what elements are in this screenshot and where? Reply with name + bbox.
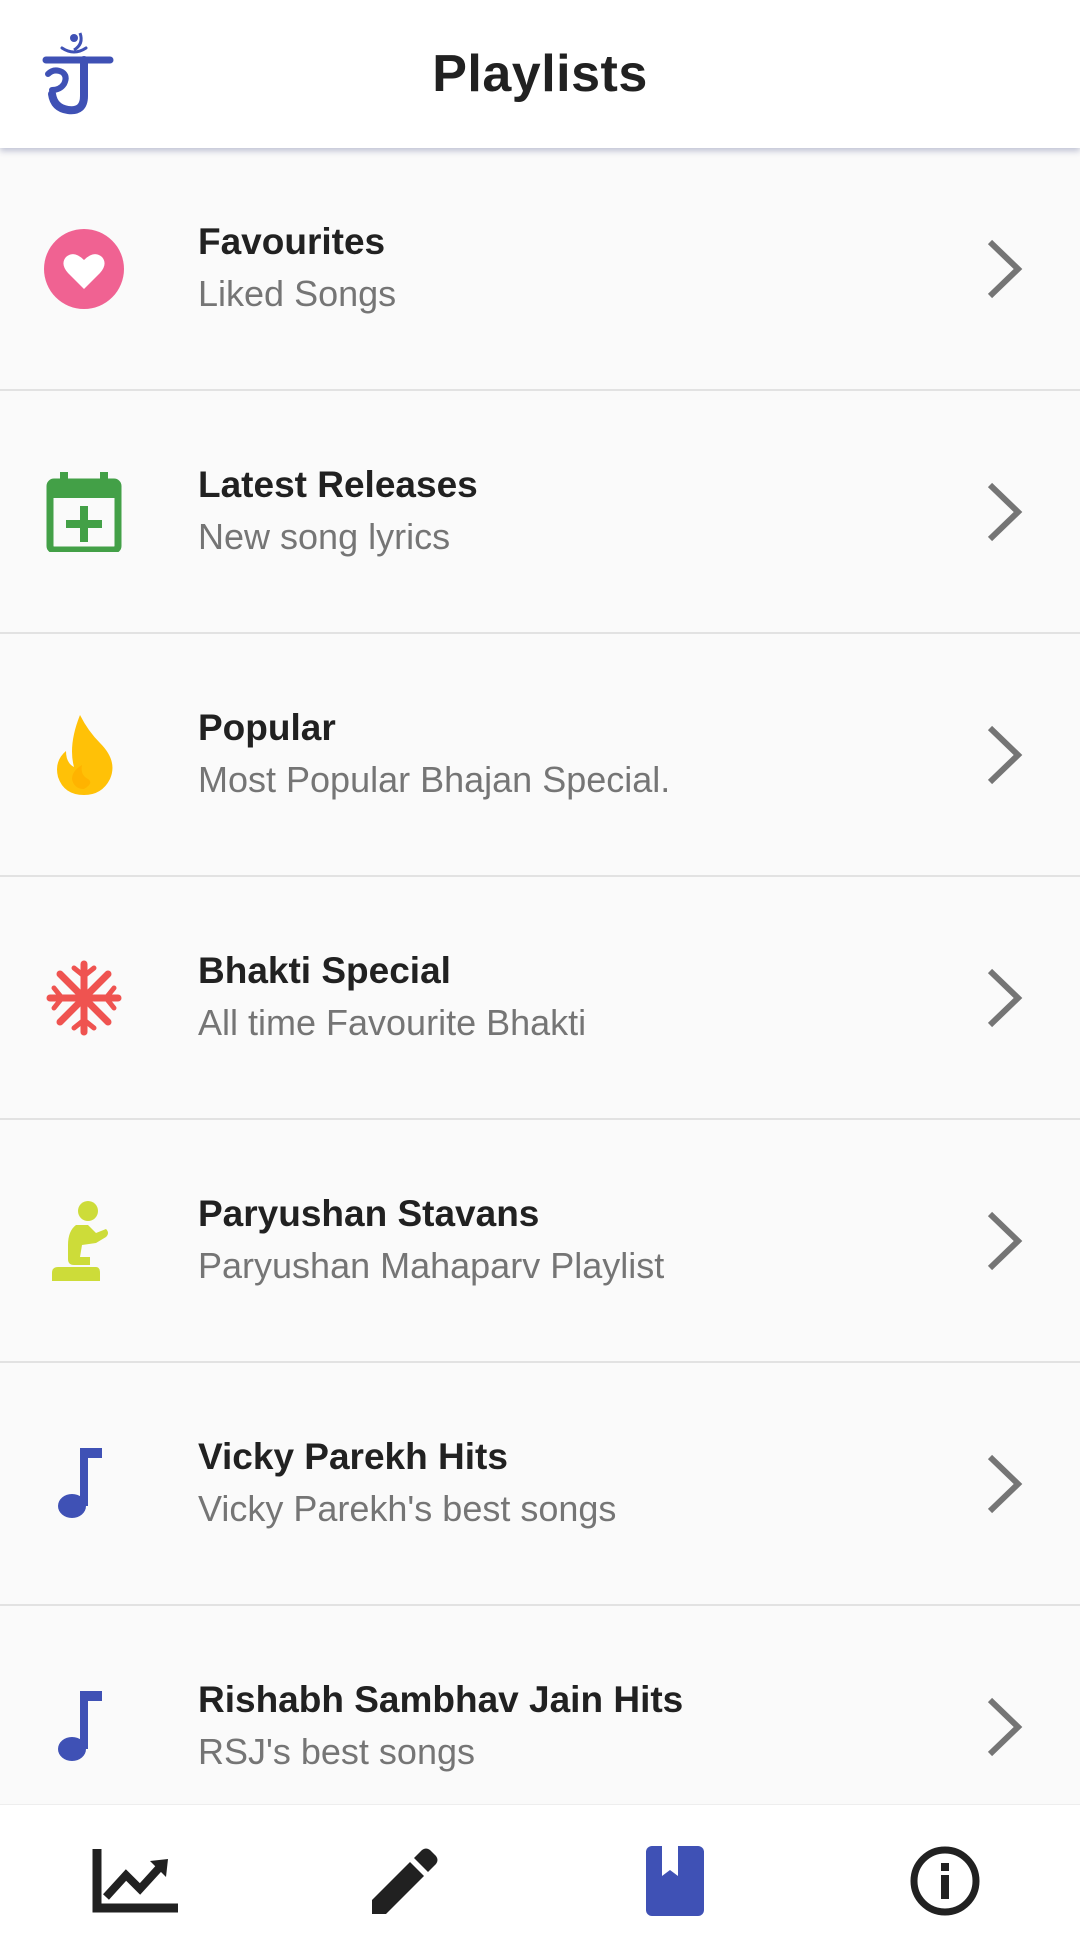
playlist-title: Bhakti Special xyxy=(198,949,451,991)
page-title: Playlists xyxy=(432,45,648,103)
nav-info-button[interactable] xyxy=(810,1805,1080,1956)
heart-circle-icon xyxy=(44,228,124,309)
playlist-title: Paryushan Stavans xyxy=(198,1192,540,1234)
playlist-subtitle: RSJ's best songs xyxy=(198,1730,475,1772)
playlist-item-paryushan-stavans[interactable]: Paryushan Stavans Paryushan Mahaparv Pla… xyxy=(0,1120,1080,1363)
playlist-item-text: Popular Most Popular Bhajan Special. xyxy=(198,703,670,807)
info-icon xyxy=(910,1846,980,1916)
chevron-right-icon xyxy=(987,1211,1023,1270)
playlist-title: Rishabh Sambhav Jain Hits xyxy=(198,1678,684,1720)
playlist-subtitle: Most Popular Bhajan Special. xyxy=(198,758,671,800)
playlist-subtitle: Vicky Parekh's best songs xyxy=(198,1487,617,1529)
playlist-item-popular[interactable]: Popular Most Popular Bhajan Special. xyxy=(0,634,1080,877)
nav-edit-button[interactable] xyxy=(270,1805,540,1956)
playlists-screen: Playlists Favourites Liked Songs Latest … xyxy=(0,0,1080,1956)
music-note-icon xyxy=(58,1447,102,1518)
nav-trending-button[interactable] xyxy=(0,1805,270,1956)
playlist-item-text: Vicky Parekh Hits Vicky Parekh's best so… xyxy=(198,1432,616,1536)
chevron-right-icon xyxy=(987,968,1023,1027)
playlist-item-text: Latest Releases New song lyrics xyxy=(198,460,478,564)
chevron-right-icon xyxy=(987,1697,1023,1756)
playlist-list: Favourites Liked Songs Latest Releases N… xyxy=(0,148,1080,1849)
pencil-icon xyxy=(372,1848,438,1914)
playlist-item-text: Bhakti Special All time Favourite Bhakti xyxy=(198,946,586,1050)
praying-person-icon xyxy=(52,1200,108,1281)
playlist-item-text: Favourites Liked Songs xyxy=(198,217,396,321)
playlist-subtitle: All time Favourite Bhakti xyxy=(198,1001,587,1043)
playlist-item-text: Rishabh Sambhav Jain Hits RSJ's best son… xyxy=(198,1675,683,1779)
chevron-right-icon xyxy=(987,239,1023,298)
playlist-subtitle: Liked Songs xyxy=(198,272,397,314)
bottom-navigation xyxy=(0,1804,1080,1956)
chevron-right-icon xyxy=(987,725,1023,784)
calendar-plus-icon xyxy=(46,471,122,552)
playlist-item-favourites[interactable]: Favourites Liked Songs xyxy=(0,148,1080,391)
playlist-item-latest-releases[interactable]: Latest Releases New song lyrics xyxy=(0,391,1080,634)
chevron-right-icon xyxy=(987,482,1023,541)
playlist-item-text: Paryushan Stavans Paryushan Mahaparv Pla… xyxy=(198,1189,664,1293)
playlist-title: Latest Releases xyxy=(198,463,478,505)
playlist-title: Vicky Parekh Hits xyxy=(198,1435,508,1477)
music-note-icon xyxy=(58,1690,102,1761)
app-bar: Playlists xyxy=(0,0,1080,148)
playlist-item-vicky-parekh-hits[interactable]: Vicky Parekh Hits Vicky Parekh's best so… xyxy=(0,1363,1080,1606)
trending-chart-icon xyxy=(92,1849,178,1913)
playlist-title: Popular xyxy=(198,706,336,748)
snowflake-icon xyxy=(46,960,122,1035)
playlist-title: Favourites xyxy=(198,220,386,262)
playlist-item-bhakti-special[interactable]: Bhakti Special All time Favourite Bhakti xyxy=(0,877,1080,1120)
fire-icon xyxy=(57,714,113,795)
playlist-subtitle: Paryushan Mahaparv Playlist xyxy=(198,1244,665,1286)
nav-playlists-button[interactable] xyxy=(540,1805,810,1956)
chevron-right-icon xyxy=(987,1454,1023,1513)
playlist-subtitle: New song lyrics xyxy=(198,515,451,557)
book-icon xyxy=(646,1846,704,1916)
